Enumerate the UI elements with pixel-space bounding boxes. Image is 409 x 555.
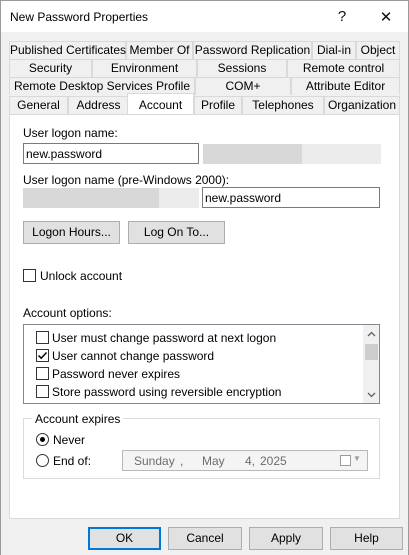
option-label: Password never expires: [52, 367, 181, 381]
calendar-icon[interactable]: [340, 455, 351, 466]
tab-general[interactable]: General: [9, 96, 68, 114]
date-separator: ,: [180, 454, 184, 468]
help-icon[interactable]: ?: [319, 1, 365, 32]
options-scrollbar[interactable]: [363, 325, 379, 403]
option-label: Store password using reversible encrypti…: [52, 385, 282, 399]
tab-member-of[interactable]: Member Of: [126, 41, 193, 59]
tab-address[interactable]: Address: [68, 96, 129, 114]
tab-security[interactable]: Security: [9, 59, 92, 77]
tab-object[interactable]: Object: [356, 41, 400, 59]
account-options-list[interactable]: User must change password at next logon …: [23, 324, 380, 404]
domain-prefix-field: [23, 188, 159, 208]
upn-suffix-dropdown-tail: [302, 144, 381, 164]
end-of-label: End of:: [53, 454, 92, 468]
tab-telephones[interactable]: Telephones: [242, 96, 324, 114]
logon-name-label: User logon name:: [23, 126, 118, 140]
chevron-up-icon[interactable]: [363, 325, 379, 342]
title-bar: New Password Properties ? ✕: [1, 1, 408, 32]
help-button[interactable]: Help: [330, 527, 403, 550]
tab-com-plus[interactable]: COM+: [195, 77, 291, 95]
tab-account[interactable]: Account: [127, 93, 194, 114]
close-icon[interactable]: ✕: [363, 1, 409, 32]
never-radio[interactable]: [36, 433, 49, 446]
tab-environment[interactable]: Environment: [92, 59, 197, 77]
option-checkbox[interactable]: [36, 385, 49, 398]
tab-remote-control[interactable]: Remote control: [287, 59, 400, 77]
expiry-date-picker[interactable]: Sunday , May 4, 2025 ▼: [122, 450, 368, 471]
option-checkbox[interactable]: [36, 331, 49, 344]
logon-name-input[interactable]: new.password: [23, 143, 199, 164]
option-label: User cannot change password: [52, 349, 215, 363]
option-checkbox[interactable]: [36, 367, 49, 380]
account-options-label: Account options:: [23, 306, 112, 320]
upn-suffix-dropdown[interactable]: [203, 144, 302, 164]
pre2000-name-label: User logon name (pre-Windows 2000):: [23, 173, 230, 187]
date-month: May: [202, 454, 225, 468]
properties-dialog: New Password Properties ? ✕ Published Ce…: [0, 0, 409, 555]
apply-button[interactable]: Apply: [249, 527, 323, 550]
tab-sessions[interactable]: Sessions: [197, 59, 287, 77]
list-item[interactable]: User must change password at next logon: [24, 329, 361, 347]
option-checkbox[interactable]: [36, 349, 49, 362]
logon-hours-button[interactable]: Logon Hours...: [23, 221, 120, 244]
option-label: User must change password at next logon: [52, 331, 277, 345]
dialog-button-bar: OK Cancel Apply Help: [1, 519, 408, 555]
date-weekday: Sunday: [134, 454, 175, 468]
window-title: New Password Properties: [10, 10, 149, 24]
checkmark-icon: [37, 351, 48, 360]
date-day: 4,: [245, 454, 256, 468]
tab-profile[interactable]: Profile: [194, 96, 242, 114]
unlock-account-checkbox[interactable]: [23, 269, 36, 282]
log-on-to-button[interactable]: Log On To...: [128, 221, 225, 244]
scrollbar-thumb[interactable]: [365, 344, 378, 360]
chevron-down-icon[interactable]: [363, 386, 379, 403]
domain-prefix-field-tail: [159, 188, 199, 208]
unlock-account-label: Unlock account: [40, 269, 123, 283]
ok-button[interactable]: OK: [88, 527, 161, 550]
cancel-button[interactable]: Cancel: [168, 527, 242, 550]
tab-organization[interactable]: Organization: [324, 96, 400, 114]
radio-selected-dot: [40, 437, 45, 442]
list-item[interactable]: Store password using reversible encrypti…: [24, 383, 361, 401]
end-of-radio[interactable]: [36, 454, 49, 467]
tab-dial-in[interactable]: Dial-in: [312, 41, 356, 59]
account-expires-label: Account expires: [32, 412, 124, 426]
tab-published-certificates[interactable]: Published Certificates: [9, 41, 126, 59]
list-item[interactable]: User cannot change password: [24, 347, 361, 365]
pre2000-name-input[interactable]: new.password: [202, 187, 380, 208]
list-item[interactable]: Password never expires: [24, 365, 361, 383]
tab-password-replication[interactable]: Password Replication: [193, 41, 312, 59]
chevron-down-icon[interactable]: ▼: [353, 454, 361, 463]
never-label: Never: [53, 433, 86, 447]
tab-attribute-editor[interactable]: Attribute Editor: [291, 77, 400, 95]
date-year: 2025: [260, 454, 287, 468]
